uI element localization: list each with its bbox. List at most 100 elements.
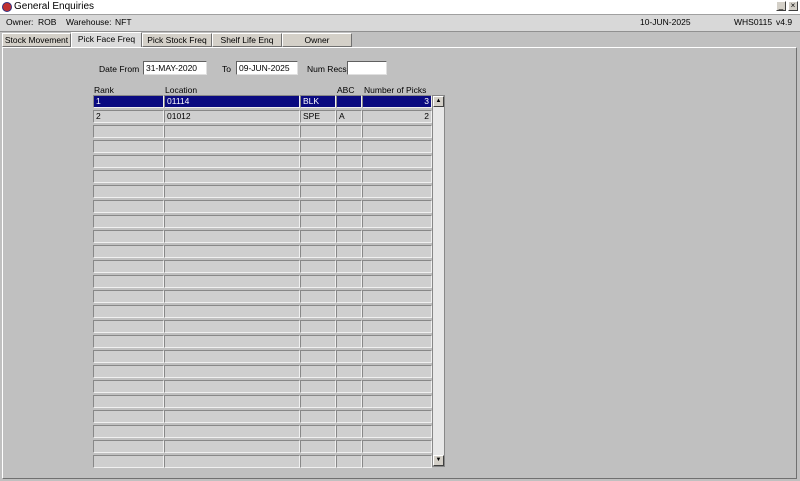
rank-cell[interactable]: 1: [93, 95, 164, 108]
location-cell[interactable]: [164, 380, 300, 393]
abc-cell[interactable]: [336, 155, 362, 168]
location-cell[interactable]: 01012: [164, 110, 300, 123]
picks-cell[interactable]: [362, 140, 432, 153]
table-row[interactable]: [93, 395, 433, 408]
picks-cell[interactable]: [362, 215, 432, 228]
location-cell[interactable]: [164, 245, 300, 258]
table-row[interactable]: [93, 230, 433, 243]
rank-cell[interactable]: [93, 230, 164, 243]
table-row[interactable]: [93, 440, 433, 453]
rank-cell[interactable]: [93, 155, 164, 168]
location-cell[interactable]: [164, 335, 300, 348]
type-cell[interactable]: [300, 335, 336, 348]
type-cell[interactable]: [300, 425, 336, 438]
table-row[interactable]: [93, 125, 433, 138]
picks-cell[interactable]: [362, 290, 432, 303]
location-cell[interactable]: [164, 185, 300, 198]
table-row[interactable]: [93, 380, 433, 393]
picks-cell[interactable]: [362, 305, 432, 318]
rank-cell[interactable]: [93, 290, 164, 303]
type-cell[interactable]: [300, 185, 336, 198]
table-row[interactable]: [93, 185, 433, 198]
abc-cell[interactable]: [336, 395, 362, 408]
rank-cell[interactable]: [93, 455, 164, 468]
type-cell[interactable]: [300, 200, 336, 213]
scroll-up-icon[interactable]: ▲: [433, 96, 444, 107]
table-row[interactable]: [93, 365, 433, 378]
abc-cell[interactable]: [336, 275, 362, 288]
type-cell[interactable]: [300, 230, 336, 243]
tab-owner[interactable]: Owner: [282, 33, 352, 47]
table-row[interactable]: [93, 320, 433, 333]
abc-cell[interactable]: [336, 335, 362, 348]
table-row[interactable]: [93, 305, 433, 318]
picks-cell[interactable]: [362, 245, 432, 258]
location-cell[interactable]: [164, 125, 300, 138]
table-row[interactable]: [93, 335, 433, 348]
abc-cell[interactable]: [336, 365, 362, 378]
location-cell[interactable]: [164, 230, 300, 243]
type-cell[interactable]: [300, 320, 336, 333]
type-cell[interactable]: [300, 395, 336, 408]
abc-cell[interactable]: [336, 320, 362, 333]
location-cell[interactable]: [164, 320, 300, 333]
location-cell[interactable]: [164, 455, 300, 468]
picks-cell[interactable]: [362, 335, 432, 348]
rank-cell[interactable]: [93, 125, 164, 138]
location-cell[interactable]: 01114: [164, 95, 300, 108]
rank-cell[interactable]: [93, 245, 164, 258]
abc-cell[interactable]: [336, 125, 362, 138]
abc-cell[interactable]: [336, 290, 362, 303]
table-row[interactable]: [93, 260, 433, 273]
type-cell[interactable]: [300, 170, 336, 183]
type-cell[interactable]: [300, 350, 336, 363]
picks-cell[interactable]: [362, 125, 432, 138]
location-cell[interactable]: [164, 365, 300, 378]
abc-cell[interactable]: [336, 200, 362, 213]
picks-cell[interactable]: [362, 395, 432, 408]
abc-cell[interactable]: [336, 305, 362, 318]
picks-cell[interactable]: [362, 200, 432, 213]
rank-cell[interactable]: [93, 260, 164, 273]
type-cell[interactable]: [300, 440, 336, 453]
picks-cell[interactable]: [362, 185, 432, 198]
table-row[interactable]: [93, 140, 433, 153]
type-cell[interactable]: BLK: [300, 95, 336, 108]
picks-cell[interactable]: [362, 320, 432, 333]
location-cell[interactable]: [164, 155, 300, 168]
type-cell[interactable]: [300, 290, 336, 303]
location-cell[interactable]: [164, 215, 300, 228]
rank-cell[interactable]: [93, 440, 164, 453]
minimize-button[interactable]: _: [776, 1, 786, 11]
table-row[interactable]: [93, 350, 433, 363]
table-scrollbar[interactable]: ▲ ▼: [432, 95, 445, 467]
type-cell[interactable]: [300, 410, 336, 423]
picks-cell[interactable]: [362, 425, 432, 438]
rank-cell[interactable]: [93, 140, 164, 153]
location-cell[interactable]: [164, 410, 300, 423]
rank-cell[interactable]: [93, 170, 164, 183]
picks-cell[interactable]: [362, 170, 432, 183]
table-row[interactable]: [93, 425, 433, 438]
type-cell[interactable]: SPE: [300, 110, 336, 123]
location-cell[interactable]: [164, 170, 300, 183]
type-cell[interactable]: [300, 380, 336, 393]
picks-cell[interactable]: [362, 155, 432, 168]
table-row[interactable]: [93, 200, 433, 213]
type-cell[interactable]: [300, 260, 336, 273]
location-cell[interactable]: [164, 260, 300, 273]
type-cell[interactable]: [300, 275, 336, 288]
location-cell[interactable]: [164, 275, 300, 288]
table-row[interactable]: [93, 215, 433, 228]
type-cell[interactable]: [300, 365, 336, 378]
rank-cell[interactable]: [93, 410, 164, 423]
date-from-field[interactable]: 31-MAY-2020: [143, 61, 207, 75]
rank-cell[interactable]: [93, 350, 164, 363]
type-cell[interactable]: [300, 125, 336, 138]
picks-cell[interactable]: [362, 365, 432, 378]
picks-cell[interactable]: [362, 455, 432, 468]
close-button[interactable]: ×: [788, 1, 798, 11]
date-to-field[interactable]: 09-JUN-2025: [236, 61, 298, 75]
type-cell[interactable]: [300, 455, 336, 468]
type-cell[interactable]: [300, 305, 336, 318]
